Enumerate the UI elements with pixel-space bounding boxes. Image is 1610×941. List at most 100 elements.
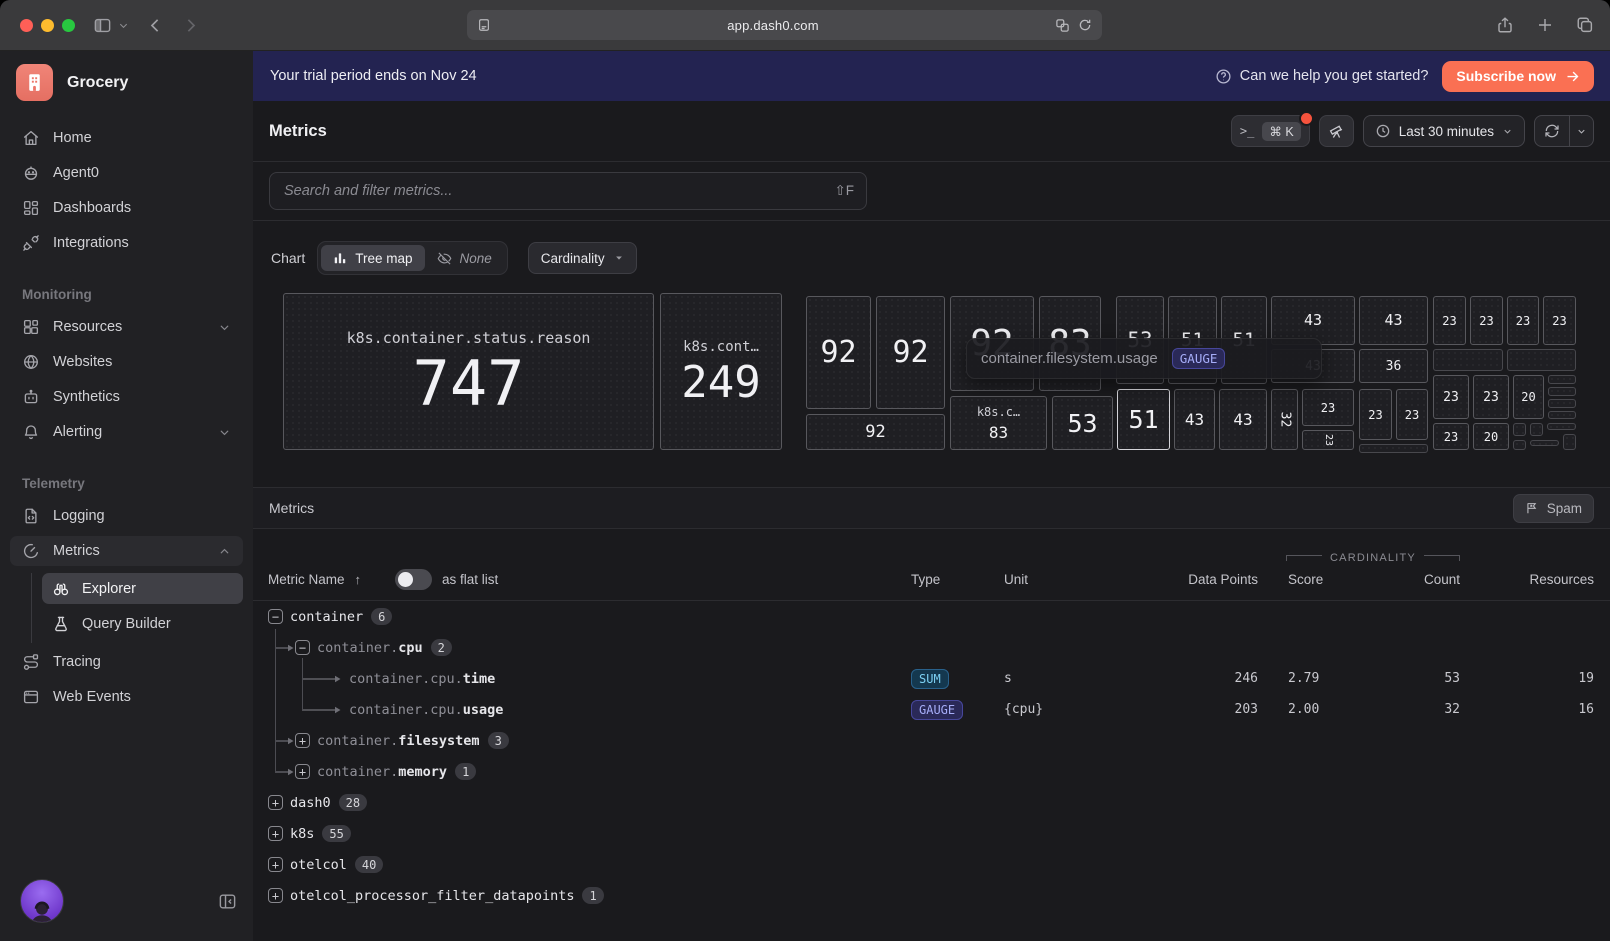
treemap-tile-23[interactable]: 23 xyxy=(1433,296,1466,345)
page-settings-icon[interactable] xyxy=(477,18,491,32)
sidebar-item-web-events[interactable]: Web Events xyxy=(10,682,243,712)
treemap-tile-empty[interactable] xyxy=(1513,423,1526,436)
chart-measure-dropdown[interactable]: Cardinality xyxy=(528,242,637,274)
column-type[interactable]: Type xyxy=(911,572,1004,587)
metric-row-container.cpu.usage[interactable]: container.cpu.usageGAUGE{cpu}2032.003216 xyxy=(253,694,1610,725)
tab-overview-icon[interactable] xyxy=(1576,16,1594,34)
treemap-tile-k8s.c[interactable]: k8s.c…83 xyxy=(950,396,1047,450)
treemap-tile-23[interactable]: 23 xyxy=(1470,296,1503,345)
metric-row-container.cpu.time[interactable]: container.cpu.timeSUMs2462.795319 xyxy=(253,663,1610,694)
sidebar-item-tracing[interactable]: Tracing xyxy=(10,647,243,677)
chart-type-none-button[interactable]: None xyxy=(425,245,504,271)
metric-row-container.memory[interactable]: +container.memory1 xyxy=(253,756,1610,787)
metric-row-otelcol[interactable]: +otelcol40 xyxy=(253,849,1610,880)
close-window-button[interactable] xyxy=(20,19,33,32)
spam-button[interactable]: Spam xyxy=(1513,494,1594,523)
metric-row-container.cpu[interactable]: −container.cpu2 xyxy=(253,632,1610,663)
treemap-tile-23[interactable]: 23 xyxy=(1396,389,1428,440)
browser-forward-icon[interactable] xyxy=(182,17,199,34)
treemap-tile-51[interactable]: 51 xyxy=(1117,389,1170,450)
treemap-tile-23[interactable]: 23 xyxy=(1473,375,1509,419)
collapse-sidebar-icon[interactable] xyxy=(218,892,237,911)
translate-icon[interactable] xyxy=(1055,18,1070,33)
collapse-icon[interactable]: − xyxy=(295,640,310,655)
whats-new-button[interactable] xyxy=(1319,115,1354,147)
time-range-selector[interactable]: Last 30 minutes xyxy=(1363,115,1525,147)
metric-row-container.filesystem[interactable]: +container.filesystem3 xyxy=(253,725,1610,756)
treemap-tile-20[interactable]: 20 xyxy=(1513,375,1544,419)
sidebar-item-explorer[interactable]: Explorer xyxy=(42,573,243,604)
metric-row-otelcol_processor_filter_datapoints[interactable]: +otelcol_processor_filter_datapoints1 xyxy=(253,880,1610,911)
search-input[interactable] xyxy=(282,182,834,200)
treemap-tile-92[interactable]: 92 xyxy=(806,296,871,409)
column-data-points[interactable]: Data Points xyxy=(1128,572,1258,587)
new-tab-icon[interactable] xyxy=(1536,16,1554,34)
expand-icon[interactable]: + xyxy=(268,888,283,903)
zoom-window-button[interactable] xyxy=(62,19,75,32)
refresh-options-button[interactable] xyxy=(1570,116,1593,146)
treemap-tile-23[interactable]: 23 xyxy=(1433,375,1469,419)
expand-icon[interactable]: + xyxy=(295,733,310,748)
metric-row-dash0[interactable]: +dash028 xyxy=(253,787,1610,818)
expand-icon[interactable]: + xyxy=(295,764,310,779)
minimize-window-button[interactable] xyxy=(41,19,54,32)
sidebar-item-dashboards[interactable]: Dashboards xyxy=(10,193,243,223)
treemap-tile-92[interactable]: 92 xyxy=(806,414,945,450)
reload-icon[interactable] xyxy=(1078,18,1092,32)
treemap-tile-53[interactable]: 53 xyxy=(1052,396,1113,450)
collapse-icon[interactable]: − xyxy=(268,609,283,624)
user-avatar[interactable] xyxy=(20,879,64,923)
treemap-tile-23[interactable]: 23 xyxy=(1302,430,1354,450)
treemap-tile-empty[interactable] xyxy=(1548,387,1576,396)
org-switcher[interactable]: Grocery xyxy=(0,51,253,111)
flat-list-toggle[interactable] xyxy=(395,569,432,590)
treemap-tile-empty[interactable] xyxy=(1433,349,1503,371)
treemap-tile-k8s.cont[interactable]: k8s.cont…249 xyxy=(660,293,782,450)
browser-sidebar-toggle-icon[interactable] xyxy=(93,16,112,35)
sidebar-item-resources[interactable]: Resources xyxy=(10,312,243,342)
sidebar-item-agent0[interactable]: Agent0 xyxy=(10,158,243,188)
sidebar-item-logging[interactable]: Logging xyxy=(10,501,243,531)
treemap-tile-32[interactable]: 32 xyxy=(1271,389,1298,450)
help-link[interactable]: Can we help you get started? xyxy=(1215,68,1429,85)
treemap-tile-empty[interactable] xyxy=(1513,440,1526,450)
treemap-tile-empty[interactable] xyxy=(1563,434,1576,450)
chart-type-treemap-button[interactable]: Tree map xyxy=(321,245,424,271)
metrics-search-box[interactable]: ⇧F xyxy=(269,172,867,210)
treemap-tile-20[interactable]: 20 xyxy=(1473,423,1509,450)
treemap-tile-23[interactable]: 23 xyxy=(1543,296,1576,345)
treemap-tile-36[interactable]: 36 xyxy=(1359,349,1428,383)
treemap-tile-43[interactable]: 43 xyxy=(1359,296,1428,345)
treemap-tile-43[interactable]: 43 xyxy=(1174,389,1215,450)
treemap-tile-empty[interactable] xyxy=(1359,444,1428,453)
treemap-tile-empty[interactable] xyxy=(1548,399,1576,408)
expand-icon[interactable]: + xyxy=(268,857,283,872)
treemap-tile-k8s.container.status.reason[interactable]: k8s.container.status.reason747 xyxy=(283,293,654,450)
treemap-tile-23[interactable]: 23 xyxy=(1507,296,1539,345)
column-metric-name[interactable]: Metric Name xyxy=(268,572,345,587)
sidebar-item-websites[interactable]: Websites xyxy=(10,347,243,377)
refresh-button[interactable] xyxy=(1535,116,1570,146)
sidebar-item-synthetics[interactable]: Synthetics xyxy=(10,382,243,412)
treemap-tile-empty[interactable] xyxy=(1548,375,1576,384)
share-icon[interactable] xyxy=(1496,16,1514,34)
treemap-tile-23[interactable]: 23 xyxy=(1302,389,1354,426)
column-resources[interactable]: Resources xyxy=(1460,572,1594,587)
metric-row-k8s[interactable]: +k8s55 xyxy=(253,818,1610,849)
browser-back-icon[interactable] xyxy=(147,17,164,34)
command-palette-button[interactable]: >_ ⌘ K xyxy=(1231,115,1310,147)
treemap-tile-empty[interactable] xyxy=(1547,423,1576,430)
sidebar-item-integrations[interactable]: Integrations xyxy=(10,228,243,258)
treemap-tile-92[interactable]: 92 xyxy=(876,296,945,409)
expand-icon[interactable]: + xyxy=(268,826,283,841)
treemap-tile-43[interactable]: 43 xyxy=(1219,389,1267,450)
expand-icon[interactable]: + xyxy=(268,795,283,810)
treemap-tile-empty[interactable] xyxy=(1548,411,1576,419)
sidebar-item-home[interactable]: Home xyxy=(10,123,243,153)
metric-row-container[interactable]: −container6 xyxy=(253,601,1610,632)
treemap-tile-empty[interactable] xyxy=(1530,423,1543,436)
treemap-tile-23[interactable]: 23 xyxy=(1433,423,1469,450)
sort-ascending-icon[interactable]: ↑ xyxy=(355,572,362,587)
sidebar-item-alerting[interactable]: Alerting xyxy=(10,417,243,447)
sidebar-item-query-builder[interactable]: Query Builder xyxy=(42,608,243,639)
